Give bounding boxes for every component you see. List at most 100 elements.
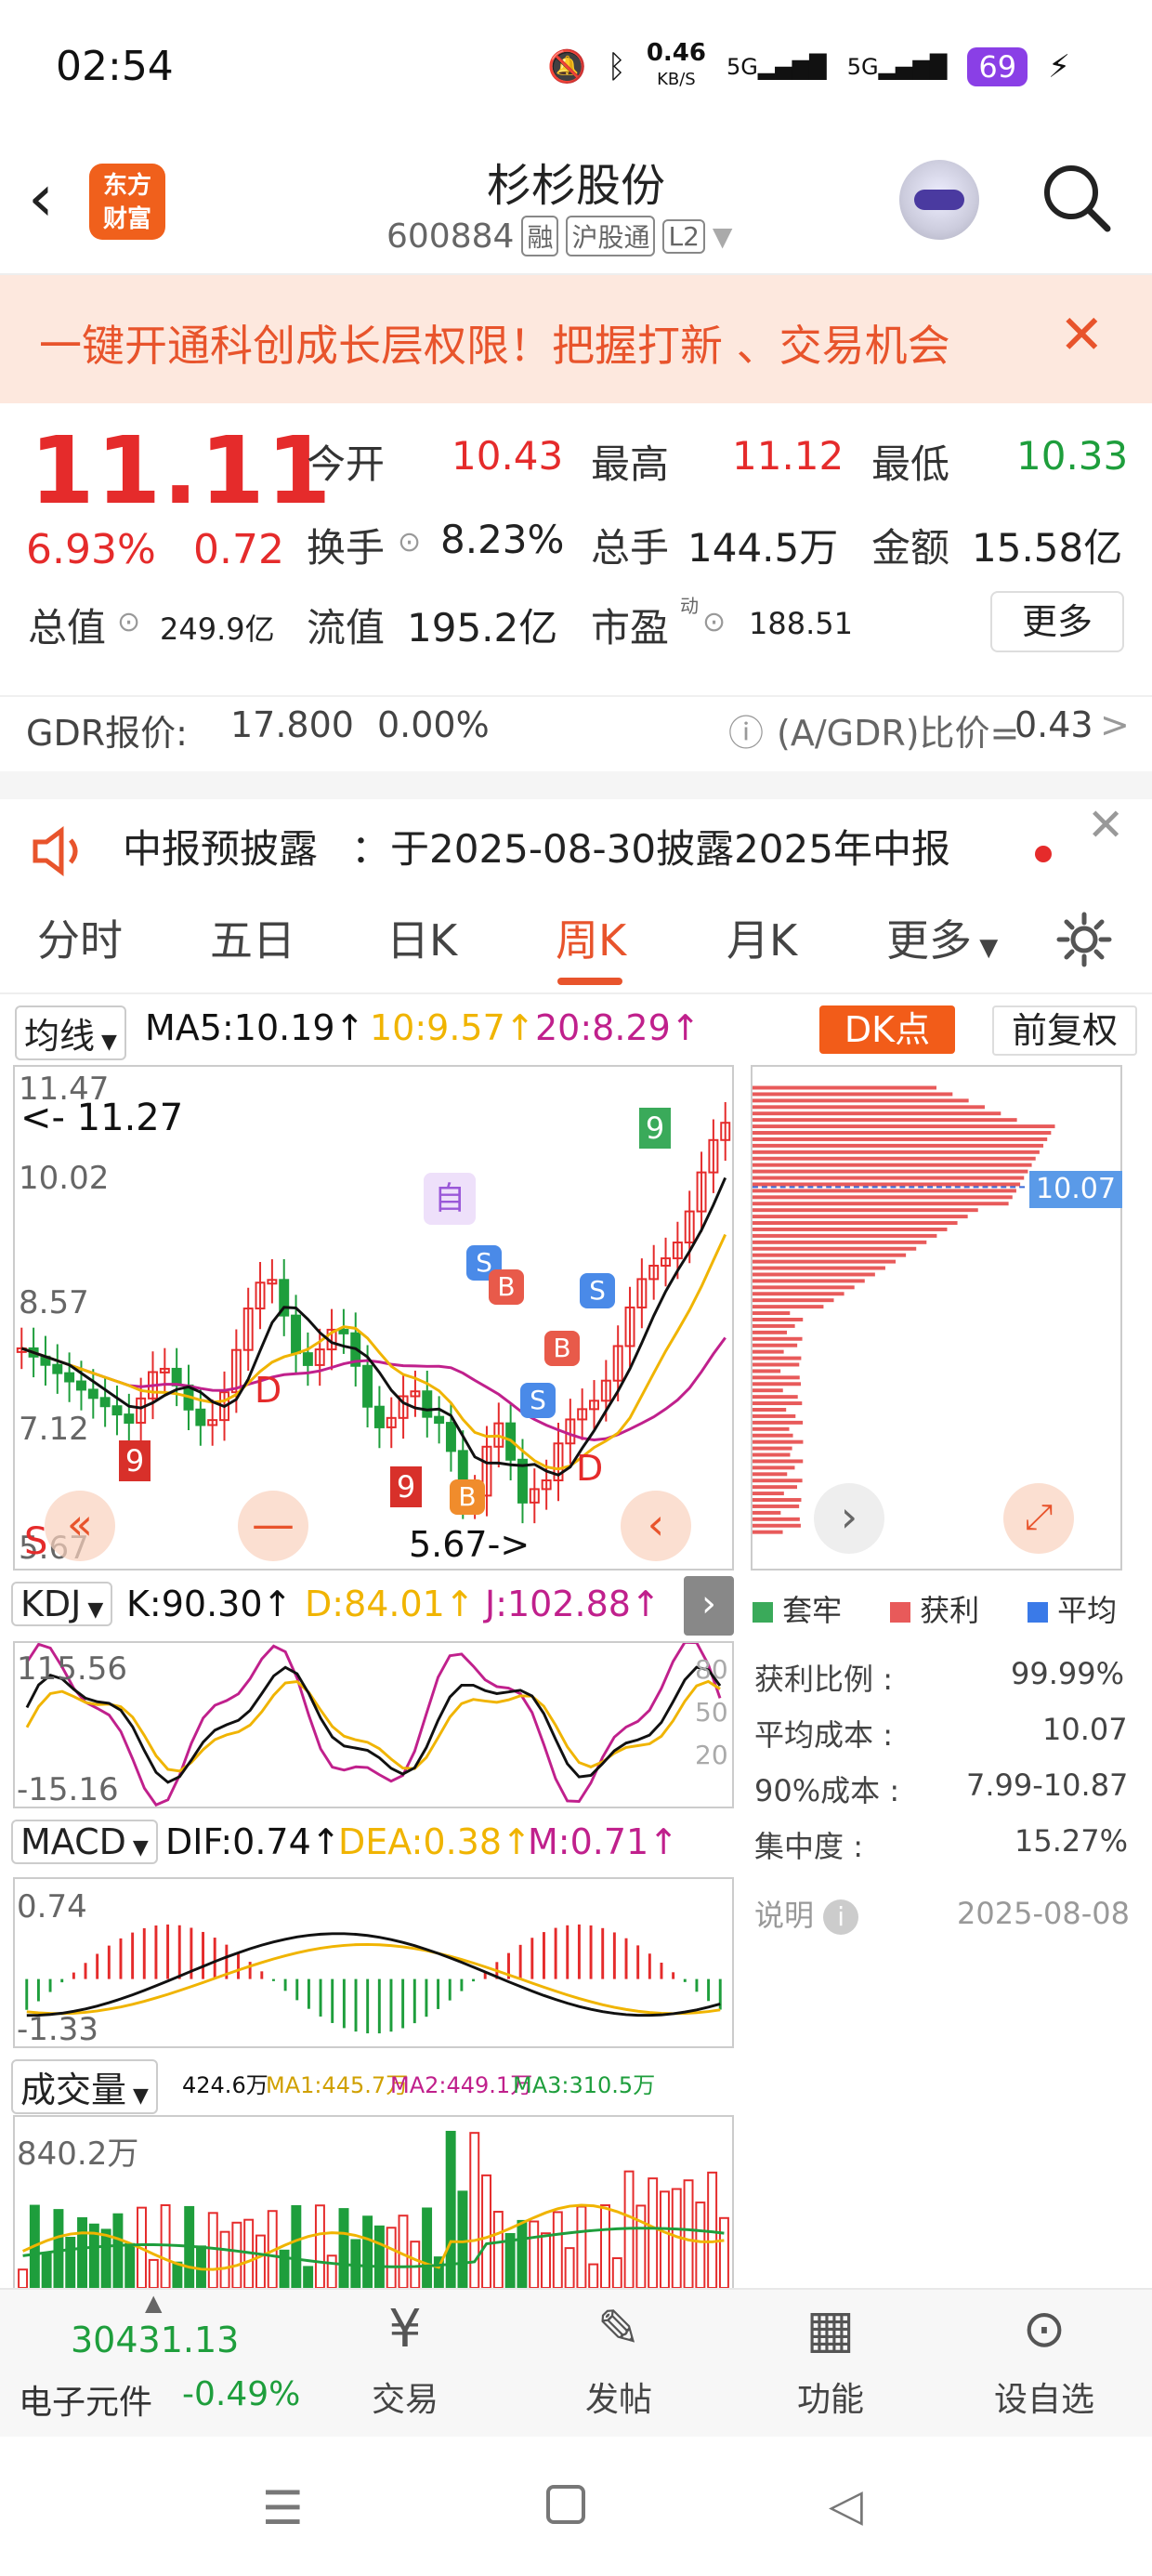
volume-bar xyxy=(469,2132,480,2288)
buy-signal-icon: B xyxy=(489,1269,524,1305)
chip-bar xyxy=(753,1285,855,1290)
kdj-select[interactable]: KDJ ▼ xyxy=(11,1582,113,1626)
current-price: 11.11 xyxy=(30,416,334,525)
signal-9-marker: 9 xyxy=(639,1108,671,1149)
help-icon[interactable]: ⓘ xyxy=(728,704,764,756)
expand-icon[interactable]: ⤢ xyxy=(1003,1483,1074,1554)
back-nav-icon[interactable]: ◁ xyxy=(829,2479,863,2531)
net-speed: 0.46 KB/S xyxy=(646,39,706,89)
volume-bar xyxy=(492,2211,504,2288)
dk-points-button[interactable]: DK点 xyxy=(819,1005,955,1054)
index-value[interactable]: 30431.13 xyxy=(71,2320,239,2360)
weekly-k-chart[interactable] xyxy=(13,1065,734,1571)
chip-bar xyxy=(753,1208,978,1213)
chip-bar xyxy=(753,1227,948,1231)
volume-bar xyxy=(124,2242,136,2288)
volume-ma2: MA2:449.1万 xyxy=(390,2072,533,2098)
index-name[interactable]: 电子元件 xyxy=(19,2375,152,2424)
macd-select[interactable]: MACD ▼ xyxy=(11,1820,158,1864)
candle-body xyxy=(99,1397,111,1408)
chip-bar xyxy=(753,1413,796,1418)
features-button[interactable]: ▦ 功能 xyxy=(756,2299,905,2448)
candle-body xyxy=(64,1372,75,1383)
chip-bar xyxy=(753,1137,1048,1141)
notice-text[interactable]: ：于2025-08-30披露2025年中报 xyxy=(351,818,950,874)
scroll-left-fast-icon[interactable]: « xyxy=(45,1491,115,1561)
chip-bar xyxy=(753,1111,1001,1116)
trade-button[interactable]: ¥ 交易 xyxy=(331,2299,479,2448)
unread-dot xyxy=(1035,846,1052,862)
chevron-up-icon[interactable]: ▲ xyxy=(145,2290,162,2316)
chip-bar xyxy=(753,1523,801,1528)
chip-bar xyxy=(753,1266,885,1270)
indicator-select[interactable]: 均线 ▼ xyxy=(15,1005,126,1060)
chip-bar xyxy=(753,1202,1009,1206)
volume-bar xyxy=(635,2204,647,2288)
note-label[interactable]: 说明 i xyxy=(754,1892,859,1935)
candle-body xyxy=(111,1405,123,1416)
chip-bar xyxy=(753,1356,802,1360)
chevron-right-icon[interactable]: › xyxy=(684,1576,734,1636)
candle-body xyxy=(124,1413,135,1425)
chevron-right-icon[interactable]: > xyxy=(1100,704,1130,745)
edit-icon: ✎ xyxy=(596,2299,641,2359)
chevron-down-icon[interactable]: ▼ xyxy=(713,221,733,252)
close-icon[interactable]: ✕ xyxy=(1087,799,1124,851)
search-icon[interactable] xyxy=(1039,160,1113,234)
tab-more[interactable]: 更多 ▼ xyxy=(886,907,998,968)
chip-bar xyxy=(753,1375,800,1380)
chip-bar xyxy=(753,1452,791,1457)
zoom-out-icon[interactable]: — xyxy=(238,1491,308,1561)
volume-bar xyxy=(481,2174,492,2288)
battery-icon: 69 xyxy=(967,46,1028,86)
signal-9-marker: 9 xyxy=(390,1466,422,1507)
candle-body xyxy=(373,1405,385,1428)
tag-l2: L2 xyxy=(662,218,705,254)
adjust-mode-button[interactable]: 前复权 xyxy=(992,1005,1137,1056)
tab-weekly-k[interactable]: 周K xyxy=(556,907,626,968)
home-icon[interactable] xyxy=(546,2485,585,2524)
volume-bar xyxy=(160,2203,171,2288)
settings-gear-icon[interactable] xyxy=(1055,911,1113,968)
tab-daily-k[interactable]: 日K xyxy=(386,907,457,968)
tab-intraday[interactable]: 分时 xyxy=(37,907,123,968)
high-value: 11.12 xyxy=(732,433,844,479)
close-icon[interactable]: ✕ xyxy=(1059,303,1105,366)
index-pct[interactable]: -0.49% xyxy=(182,2375,300,2413)
chip-bar xyxy=(753,1311,791,1316)
tab-monthly-k[interactable]: 月K xyxy=(727,907,797,968)
more-button[interactable]: 更多 xyxy=(990,591,1124,652)
pe-sup: 动 xyxy=(680,595,699,617)
post-button[interactable]: ✎ 发帖 xyxy=(544,2299,693,2448)
gdr-ratio[interactable]: 0.43 xyxy=(1015,704,1093,745)
menu-icon[interactable]: ☰ xyxy=(262,2481,304,2535)
tab-five-day[interactable]: 五日 xyxy=(210,907,295,968)
kdj-axis-top: 115.56 xyxy=(17,1650,127,1688)
self-select-tag[interactable]: 自 xyxy=(424,1173,476,1225)
volume-bar xyxy=(422,2207,433,2288)
assistant-robot-icon[interactable] xyxy=(899,160,979,240)
volume-select[interactable]: 成交量 ▼ xyxy=(11,2059,158,2114)
info-icon[interactable]: ⊙ xyxy=(702,606,726,638)
volume-bar xyxy=(362,2215,373,2288)
notice-label[interactable]: 中报预披露 xyxy=(123,818,318,874)
promo-text[interactable]: 一键开通科创成长层权限！把握打新 、交易机会 xyxy=(39,312,950,374)
kdj-d: D:84.01↑ xyxy=(305,1584,475,1624)
volume-bar xyxy=(683,2179,694,2288)
chip-bar xyxy=(753,1221,958,1226)
gdr-ratio-label[interactable]: (A/GDR)比价= xyxy=(777,704,1019,756)
chevron-right-icon[interactable]: › xyxy=(814,1483,884,1554)
volume-bar xyxy=(386,2227,397,2288)
info-icon[interactable]: ⊙ xyxy=(117,606,140,638)
max-price-marker: <- 11.27 xyxy=(20,1097,184,1139)
scroll-left-icon[interactable]: ‹ xyxy=(621,1491,691,1561)
low-value: 10.33 xyxy=(1016,433,1129,479)
chip-bar xyxy=(753,1233,937,1238)
add-watchlist-button[interactable]: ⊙ 设自选 xyxy=(970,2299,1119,2448)
more-dots-icon: ⊙ xyxy=(1022,2299,1067,2359)
chip-bar xyxy=(753,1330,788,1334)
volume-bar xyxy=(552,2211,563,2288)
volume-bar xyxy=(529,2220,540,2288)
chip-bar xyxy=(753,1323,795,1328)
info-icon[interactable]: ⊙ xyxy=(398,526,421,559)
